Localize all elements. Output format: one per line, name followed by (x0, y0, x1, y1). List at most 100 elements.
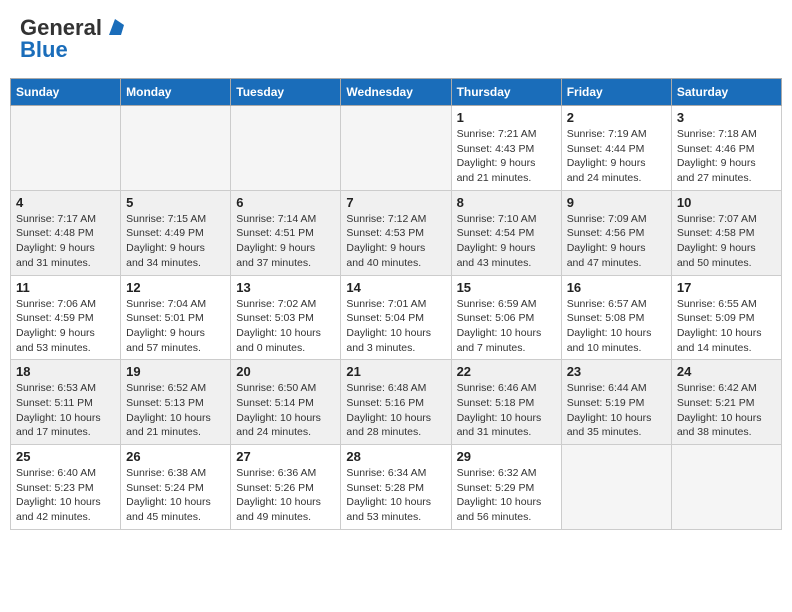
calendar-cell: 1 Sunrise: 7:21 AMSunset: 4:43 PMDaylight… (451, 106, 561, 191)
day-number: 3 (677, 110, 776, 125)
day-info: Sunrise: 6:42 AMSunset: 5:21 PMDaylight:… (677, 381, 776, 440)
day-info: Sunrise: 7:14 AMSunset: 4:51 PMDaylight:… (236, 212, 335, 271)
day-header-monday: Monday (121, 79, 231, 106)
calendar-cell (341, 106, 451, 191)
day-number: 28 (346, 449, 445, 464)
day-info: Sunrise: 7:09 AMSunset: 4:56 PMDaylight:… (567, 212, 666, 271)
calendar-cell: 15 Sunrise: 6:59 AMSunset: 5:06 PMDayligh… (451, 275, 561, 360)
day-header-wednesday: Wednesday (341, 79, 451, 106)
day-number: 24 (677, 364, 776, 379)
day-info: Sunrise: 6:52 AMSunset: 5:13 PMDaylight:… (126, 381, 225, 440)
day-number: 6 (236, 195, 335, 210)
day-info: Sunrise: 6:32 AMSunset: 5:29 PMDaylight:… (457, 466, 556, 525)
calendar-header-row: SundayMondayTuesdayWednesdayThursdayFrid… (11, 79, 782, 106)
day-info: Sunrise: 6:34 AMSunset: 5:28 PMDaylight:… (346, 466, 445, 525)
day-number: 27 (236, 449, 335, 464)
calendar-cell: 20 Sunrise: 6:50 AMSunset: 5:14 PMDayligh… (231, 360, 341, 445)
calendar-cell: 13Sunrise: 7:02 AMSunset: 5:03 PMDayligh… (231, 275, 341, 360)
calendar-cell: 18Sunrise: 6:53 AMSunset: 5:11 PMDayligh… (11, 360, 121, 445)
calendar-cell: 7 Sunrise: 7:12 AMSunset: 4:53 PMDaylight… (341, 190, 451, 275)
day-info: Sunrise: 7:07 AMSunset: 4:58 PMDaylight:… (677, 212, 776, 271)
calendar-cell: 23 Sunrise: 6:44 AMSunset: 5:19 PMDayligh… (561, 360, 671, 445)
day-number: 20 (236, 364, 335, 379)
day-number: 22 (457, 364, 556, 379)
day-header-friday: Friday (561, 79, 671, 106)
calendar-cell: 24 Sunrise: 6:42 AMSunset: 5:21 PMDayligh… (671, 360, 781, 445)
calendar-week-2: 4 Sunrise: 7:17 AMSunset: 4:48 PMDaylight… (11, 190, 782, 275)
day-number: 26 (126, 449, 225, 464)
calendar-cell (671, 445, 781, 530)
calendar-week-3: 11Sunrise: 7:06 AMSunset: 4:59 PMDayligh… (11, 275, 782, 360)
calendar-cell: 19Sunrise: 6:52 AMSunset: 5:13 PMDayligh… (121, 360, 231, 445)
day-header-thursday: Thursday (451, 79, 561, 106)
calendar-cell: 11Sunrise: 7:06 AMSunset: 4:59 PMDayligh… (11, 275, 121, 360)
day-number: 5 (126, 195, 225, 210)
calendar-cell: 6 Sunrise: 7:14 AMSunset: 4:51 PMDaylight… (231, 190, 341, 275)
calendar-week-4: 18Sunrise: 6:53 AMSunset: 5:11 PMDayligh… (11, 360, 782, 445)
day-info: Sunrise: 6:50 AMSunset: 5:14 PMDaylight:… (236, 381, 335, 440)
day-number: 4 (16, 195, 115, 210)
calendar-cell: 12Sunrise: 7:04 AMSunset: 5:01 PMDayligh… (121, 275, 231, 360)
day-number: 7 (346, 195, 445, 210)
day-number: 13 (236, 280, 335, 295)
day-info: Sunrise: 7:18 AMSunset: 4:46 PMDaylight:… (677, 127, 776, 186)
day-info: Sunrise: 6:38 AMSunset: 5:24 PMDaylight:… (126, 466, 225, 525)
day-number: 11 (16, 280, 115, 295)
day-info: Sunrise: 6:46 AMSunset: 5:18 PMDaylight:… (457, 381, 556, 440)
day-number: 25 (16, 449, 115, 464)
day-info: Sunrise: 7:12 AMSunset: 4:53 PMDaylight:… (346, 212, 445, 271)
calendar-cell: 21 Sunrise: 6:48 AMSunset: 5:16 PMDayligh… (341, 360, 451, 445)
day-info: Sunrise: 6:53 AMSunset: 5:11 PMDaylight:… (16, 381, 115, 440)
calendar-cell: 29 Sunrise: 6:32 AMSunset: 5:29 PMDayligh… (451, 445, 561, 530)
day-info: Sunrise: 6:57 AMSunset: 5:08 PMDaylight:… (567, 297, 666, 356)
day-number: 17 (677, 280, 776, 295)
day-number: 14 (346, 280, 445, 295)
day-number: 2 (567, 110, 666, 125)
calendar-cell: 17Sunrise: 6:55 AMSunset: 5:09 PMDayligh… (671, 275, 781, 360)
day-info: Sunrise: 7:21 AMSunset: 4:43 PMDaylight:… (457, 127, 556, 186)
day-number: 16 (567, 280, 666, 295)
calendar-week-5: 25 Sunrise: 6:40 AMSunset: 5:23 PMDayligh… (11, 445, 782, 530)
day-number: 29 (457, 449, 556, 464)
day-number: 23 (567, 364, 666, 379)
calendar-cell: 14 Sunrise: 7:01 AMSunset: 5:04 PMDayligh… (341, 275, 451, 360)
calendar-cell: 16 Sunrise: 6:57 AMSunset: 5:08 PMDayligh… (561, 275, 671, 360)
calendar-cell: 26 Sunrise: 6:38 AMSunset: 5:24 PMDayligh… (121, 445, 231, 530)
calendar-cell: 3 Sunrise: 7:18 AMSunset: 4:46 PMDaylight… (671, 106, 781, 191)
day-info: Sunrise: 6:40 AMSunset: 5:23 PMDaylight:… (16, 466, 115, 525)
day-header-tuesday: Tuesday (231, 79, 341, 106)
calendar-cell: 2 Sunrise: 7:19 AMSunset: 4:44 PMDaylight… (561, 106, 671, 191)
calendar-cell: 4 Sunrise: 7:17 AMSunset: 4:48 PMDaylight… (11, 190, 121, 275)
day-info: Sunrise: 6:44 AMSunset: 5:19 PMDaylight:… (567, 381, 666, 440)
day-number: 21 (346, 364, 445, 379)
calendar-cell: 27 Sunrise: 6:36 AMSunset: 5:26 PMDayligh… (231, 445, 341, 530)
calendar-cell (11, 106, 121, 191)
calendar-week-1: 1 Sunrise: 7:21 AMSunset: 4:43 PMDaylight… (11, 106, 782, 191)
calendar-cell: 5 Sunrise: 7:15 AMSunset: 4:49 PMDaylight… (121, 190, 231, 275)
calendar-cell: 25 Sunrise: 6:40 AMSunset: 5:23 PMDayligh… (11, 445, 121, 530)
day-number: 10 (677, 195, 776, 210)
day-info: Sunrise: 6:59 AMSunset: 5:06 PMDaylight:… (457, 297, 556, 356)
calendar-body: 1 Sunrise: 7:21 AMSunset: 4:43 PMDaylight… (11, 106, 782, 530)
day-info: Sunrise: 7:04 AMSunset: 5:01 PMDaylight:… (126, 297, 225, 356)
calendar-cell: 10 Sunrise: 7:07 AMSunset: 4:58 PMDayligh… (671, 190, 781, 275)
day-info: Sunrise: 7:10 AMSunset: 4:54 PMDaylight:… (457, 212, 556, 271)
calendar-cell: 22 Sunrise: 6:46 AMSunset: 5:18 PMDayligh… (451, 360, 561, 445)
logo: General Blue (20, 15, 126, 63)
day-info: Sunrise: 7:01 AMSunset: 5:04 PMDaylight:… (346, 297, 445, 356)
day-number: 15 (457, 280, 556, 295)
day-info: Sunrise: 7:15 AMSunset: 4:49 PMDaylight:… (126, 212, 225, 271)
day-info: Sunrise: 6:48 AMSunset: 5:16 PMDaylight:… (346, 381, 445, 440)
day-header-saturday: Saturday (671, 79, 781, 106)
day-number: 8 (457, 195, 556, 210)
day-number: 1 (457, 110, 556, 125)
page-header: General Blue (10, 10, 782, 68)
calendar-cell: 8 Sunrise: 7:10 AMSunset: 4:54 PMDaylight… (451, 190, 561, 275)
logo-blue: Blue (20, 37, 68, 63)
day-header-sunday: Sunday (11, 79, 121, 106)
day-info: Sunrise: 7:19 AMSunset: 4:44 PMDaylight:… (567, 127, 666, 186)
day-info: Sunrise: 7:17 AMSunset: 4:48 PMDaylight:… (16, 212, 115, 271)
calendar-cell (231, 106, 341, 191)
calendar-table: SundayMondayTuesdayWednesdayThursdayFrid… (10, 78, 782, 530)
day-info: Sunrise: 6:36 AMSunset: 5:26 PMDaylight:… (236, 466, 335, 525)
